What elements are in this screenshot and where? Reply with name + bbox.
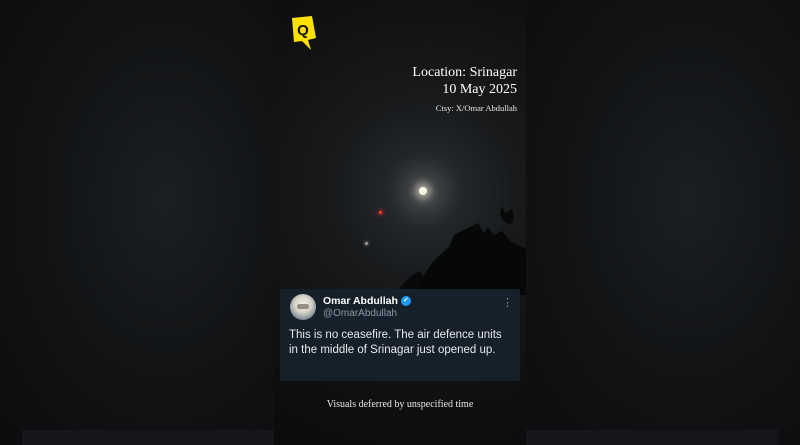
date-text: 10 May 2025 <box>442 82 517 97</box>
blurred-background-right <box>520 0 800 445</box>
logo-letter: Q <box>297 22 309 39</box>
quint-logo-icon: Q <box>292 16 316 50</box>
location-date-overlay: Location: Srinagar 10 May 2025 <box>412 64 517 98</box>
avatar[interactable] <box>290 294 316 320</box>
bright-light-in-sky <box>419 187 427 195</box>
tweet-text: This is no ceasefire. The air defence un… <box>289 329 502 356</box>
blurred-background-left <box>0 0 274 445</box>
location-text: Location: Srinagar <box>412 65 517 80</box>
video-frame[interactable]: Q Location: Srinagar 10 May 2025 Ctsy: X… <box>274 0 526 445</box>
tweet-handle[interactable]: @OmarAbdullah <box>323 308 397 319</box>
tweet-author-name[interactable]: Omar Abdullah <box>323 295 398 307</box>
tweet-author[interactable]: Omar Abdullah ✓ <box>323 295 411 307</box>
video-caption: Visuals deferred by unspecified time <box>326 399 474 410</box>
more-options-icon[interactable]: ⋮ <box>502 296 513 309</box>
tree-silhouette <box>394 207 526 295</box>
credit-text: Ctsy: X/Omar Abdullah <box>435 103 517 113</box>
tweet-card[interactable]: Omar Abdullah ✓ @OmarAbdullah ⋮ This is … <box>280 289 520 381</box>
verified-badge-icon: ✓ <box>400 296 411 306</box>
